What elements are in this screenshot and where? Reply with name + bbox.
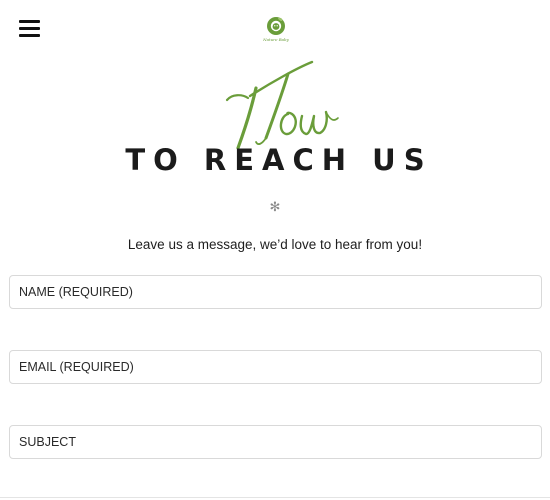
- leaf-face-logo-icon: [267, 17, 285, 35]
- divider-line: [0, 497, 550, 498]
- email-field[interactable]: [9, 350, 542, 384]
- logo-text: Nature Baby: [263, 37, 289, 42]
- intro-text: Leave us a message, we’d love to hear fr…: [127, 237, 423, 252]
- page-heading: TO REACH US: [125, 143, 433, 177]
- menu-bar-top: [19, 20, 40, 23]
- script-word-how: [225, 60, 339, 150]
- hamburger-menu-icon[interactable]: [19, 19, 40, 37]
- menu-bar-middle: [19, 27, 40, 30]
- contact-page: Nature Baby TO REACH US ✻ Leave us a mes…: [0, 0, 550, 500]
- menu-bar-bottom: [19, 34, 40, 37]
- subject-field[interactable]: [9, 425, 542, 459]
- site-logo[interactable]: Nature Baby: [260, 16, 292, 44]
- name-field[interactable]: [9, 275, 542, 309]
- divider-asterisk-icon: ✻: [269, 200, 281, 215]
